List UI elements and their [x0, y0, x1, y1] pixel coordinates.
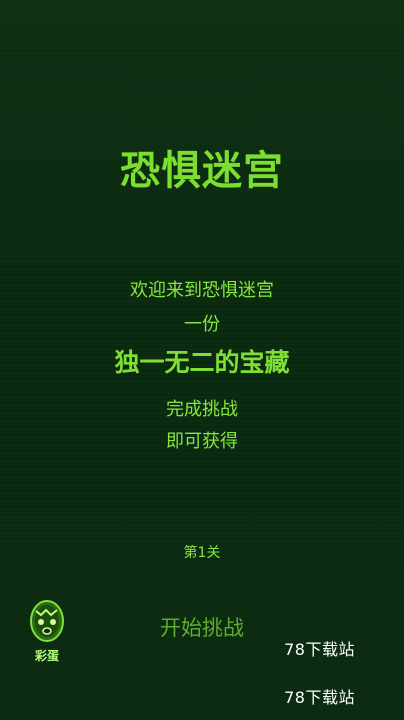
- story-line-obtain: 即可获得: [166, 431, 238, 452]
- watermark-text: 78下载站: [284, 640, 355, 659]
- watermark-text: 78下载站: [284, 688, 355, 707]
- easter-egg-label: 彩蛋: [34, 649, 59, 663]
- level-label: 第1关: [183, 545, 221, 561]
- game-screen: 恐惧迷宫 欢迎来到恐惧迷宫 一份 独一无二的宝藏 完成挑战 即可获得 第1关 开…: [0, 0, 404, 720]
- easter-egg-button[interactable]: 彩蛋: [26, 597, 68, 667]
- story-line-welcome: 欢迎来到恐惧迷宫: [130, 280, 274, 301]
- game-title: 恐惧迷宫: [120, 148, 284, 194]
- start-challenge-button[interactable]: 开始挑战: [142, 612, 262, 644]
- story-line-one: 一份: [184, 314, 220, 335]
- story-line-treasure: 独一无二的宝藏: [114, 348, 290, 377]
- story-line-complete: 完成挑战: [166, 399, 238, 420]
- easter-egg-icon: [30, 600, 64, 642]
